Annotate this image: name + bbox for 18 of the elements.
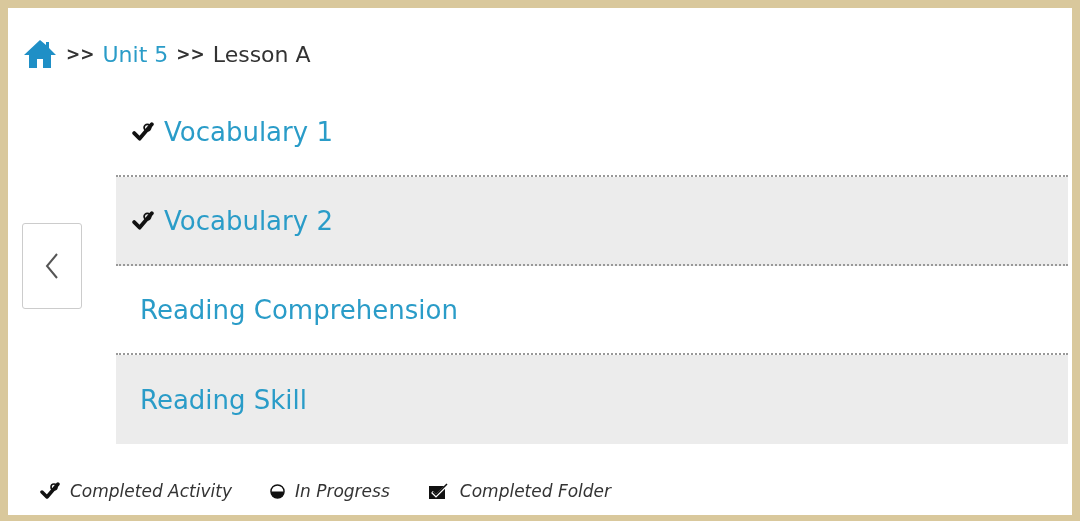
half-circle-icon bbox=[270, 483, 285, 499]
activity-row[interactable]: Vocabulary 2 bbox=[116, 177, 1068, 266]
lesson-title: Lesson A bbox=[212, 41, 311, 67]
checked-folder-icon bbox=[427, 482, 450, 500]
activity-link[interactable]: Reading Comprehension bbox=[140, 294, 458, 325]
home-icon[interactable] bbox=[22, 38, 58, 70]
chevron-left-icon bbox=[44, 252, 60, 280]
legend-label: Completed Folder bbox=[459, 481, 612, 501]
legend-label: In Progress bbox=[295, 481, 390, 501]
legend-label: Completed Activity bbox=[70, 481, 232, 501]
unit-link[interactable]: Unit 5 bbox=[102, 41, 169, 67]
activity-link[interactable]: Reading Skill bbox=[140, 384, 308, 415]
breadcrumb-separator: >> bbox=[176, 44, 205, 64]
activity-row[interactable]: Reading Skill bbox=[116, 355, 1068, 444]
breadcrumb-separator: >> bbox=[66, 44, 95, 64]
check-icon bbox=[40, 481, 60, 501]
activity-link[interactable]: Vocabulary 2 bbox=[164, 205, 333, 236]
activity-link[interactable]: Vocabulary 1 bbox=[164, 116, 333, 147]
